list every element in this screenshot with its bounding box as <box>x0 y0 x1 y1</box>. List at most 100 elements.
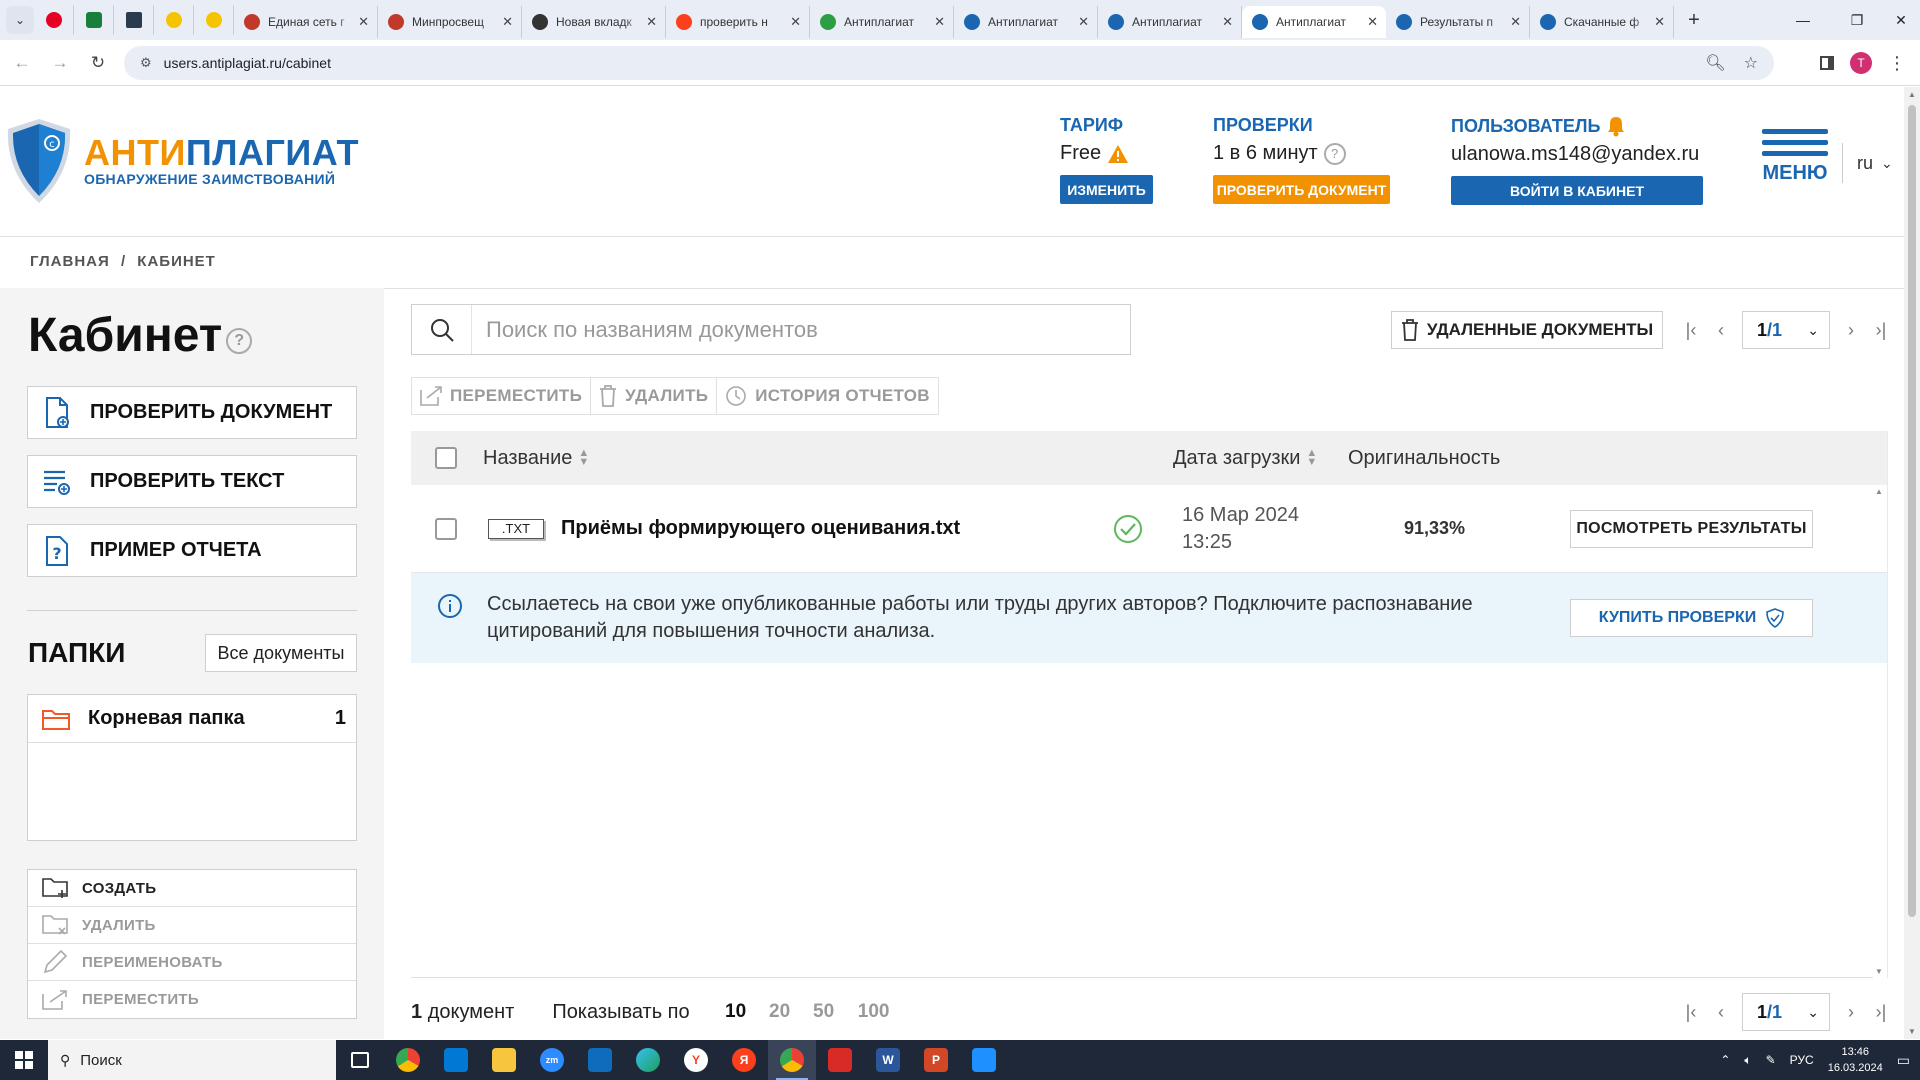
scroll-down-icon[interactable]: ▼ <box>1904 1027 1920 1036</box>
scroll-up-icon[interactable]: ▲ <box>1904 90 1920 99</box>
tab-close-icon[interactable]: ✕ <box>934 14 945 30</box>
browser-tab[interactable]: Скачанные ф ✕ <box>1530 6 1674 38</box>
browser-tab[interactable]: Результаты п ✕ <box>1386 6 1530 38</box>
close-window-button[interactable]: ✕ <box>1874 0 1920 40</box>
all-documents-button[interactable]: Все документы <box>205 634 357 672</box>
tab-search-button[interactable]: ⌄ <box>6 6 34 34</box>
prev-page-icon[interactable]: ‹ <box>1706 1002 1736 1023</box>
move-folder-button[interactable]: ПЕРЕМЕСТИТЬ <box>28 981 356 1018</box>
tab-close-icon[interactable]: ✕ <box>1222 14 1233 30</box>
logo-shield-icon[interactable]: c <box>4 117 74 205</box>
page-select[interactable]: 1/1 ⌄ <box>1742 993 1830 1031</box>
taskbar-word[interactable]: W <box>864 1040 912 1080</box>
back-button[interactable]: ← <box>6 47 38 79</box>
row-checkbox[interactable] <box>435 517 457 540</box>
check-document-button[interactable]: ПРОВЕРИТЬ ДОКУМЕНТ <box>27 386 357 439</box>
volume-icon[interactable]: 🔈︎ <box>1744 1053 1751 1068</box>
search-input[interactable] <box>486 316 1106 343</box>
taskbar-yandex[interactable]: Я <box>720 1040 768 1080</box>
tab-close-icon[interactable]: ✕ <box>502 14 513 30</box>
browser-tab[interactable]: Антиплагиат ✕ <box>1098 6 1242 38</box>
taskbar-mail[interactable] <box>576 1040 624 1080</box>
side-panel-icon[interactable] <box>1820 56 1834 70</box>
zoom-icon[interactable]: 🔍︎ <box>1705 53 1725 73</box>
address-bar[interactable]: ⚙ users.antiplagiat.ru/cabinet 🔍︎ ☆ <box>124 46 1774 80</box>
taskbar-yandex-browser[interactable]: Y <box>672 1040 720 1080</box>
breadcrumb-home[interactable]: ГЛАВНАЯ <box>30 253 110 270</box>
pinned-tab-2[interactable] <box>74 5 114 35</box>
delete-document-button[interactable]: УДАЛИТЬ <box>591 378 718 414</box>
help-icon[interactable]: ? <box>226 327 253 354</box>
first-page-icon[interactable]: |‹ <box>1676 1002 1706 1023</box>
browser-tab[interactable]: Антиплагиат ✕ <box>1242 6 1386 38</box>
start-button[interactable] <box>0 1040 48 1080</box>
tab-close-icon[interactable]: ✕ <box>1078 14 1089 30</box>
tab-close-icon[interactable]: ✕ <box>1510 14 1521 30</box>
site-info-icon[interactable]: ⚙ <box>140 55 152 71</box>
taskbar-zoom[interactable]: zm <box>528 1040 576 1080</box>
browser-tab[interactable]: проверить н ✕ <box>666 6 810 38</box>
browser-tab[interactable]: Антиплагиат ✕ <box>954 6 1098 38</box>
browser-tab[interactable]: Антиплагиат ✕ <box>810 6 954 38</box>
taskbar-explorer[interactable] <box>480 1040 528 1080</box>
page-select[interactable]: 1/1 ⌄ <box>1742 311 1830 349</box>
forward-button[interactable]: → <box>44 47 76 79</box>
change-tariff-button[interactable]: ИЗМЕНИТЬ <box>1060 175 1153 204</box>
tab-close-icon[interactable]: ✕ <box>790 14 801 30</box>
page-size-50[interactable]: 50 <box>802 1001 846 1023</box>
taskbar-store[interactable] <box>432 1040 480 1080</box>
language-selector[interactable]: ru ⌄ <box>1842 143 1893 183</box>
taskbar-photos[interactable] <box>960 1040 1008 1080</box>
tab-close-icon[interactable]: ✕ <box>1654 14 1665 30</box>
page-size-20[interactable]: 20 <box>758 1001 802 1023</box>
next-page-icon[interactable]: › <box>1836 320 1866 341</box>
tab-close-icon[interactable]: ✕ <box>1367 14 1378 30</box>
taskbar-acrobat[interactable] <box>816 1040 864 1080</box>
bell-icon[interactable] <box>1606 115 1626 137</box>
reload-button[interactable]: ↻ <box>82 47 114 79</box>
page-size-10[interactable]: 10 <box>714 1001 758 1023</box>
scrollbar-thumb[interactable] <box>1908 105 1916 917</box>
taskbar-chrome-active[interactable] <box>768 1040 816 1080</box>
check-document-header-button[interactable]: ПРОВЕРИТЬ ДОКУМЕНТ <box>1213 175 1390 204</box>
document-name[interactable]: Приёмы формирующего оценивания.txt <box>561 517 960 540</box>
menu-button[interactable]: МЕНЮ <box>1762 129 1828 185</box>
notifications-icon[interactable]: ▭ <box>1897 1052 1910 1069</box>
table-scrollbar[interactable]: ▲ ▼ <box>1871 485 1887 978</box>
scroll-down-icon[interactable]: ▼ <box>1871 967 1887 976</box>
buy-checks-button[interactable]: КУПИТЬ ПРОВЕРКИ <box>1570 599 1813 637</box>
view-results-button[interactable]: ПОСМОТРЕТЬ РЕЗУЛЬТАТЫ <box>1570 509 1813 548</box>
page-scrollbar[interactable]: ▲ ▼ <box>1904 87 1920 1039</box>
scroll-up-icon[interactable]: ▲ <box>1871 487 1887 496</box>
browser-tab[interactable]: Минпросвещ ✕ <box>378 6 522 38</box>
pinned-tab-5[interactable] <box>194 5 234 35</box>
table-row[interactable]: .TXT Приёмы формирующего оценивания.txt … <box>411 485 1887 573</box>
select-all-checkbox[interactable] <box>435 447 457 469</box>
pinned-tab-4[interactable] <box>154 5 194 35</box>
last-page-icon[interactable]: ›| <box>1866 320 1896 341</box>
taskbar-search[interactable]: ⚲ Поиск <box>48 1040 336 1080</box>
minimize-button[interactable]: — <box>1776 0 1830 40</box>
column-name[interactable]: Название ▲ ▼ <box>483 447 589 470</box>
prev-page-icon[interactable]: ‹ <box>1706 320 1736 341</box>
first-page-icon[interactable]: |‹ <box>1676 320 1706 341</box>
pen-icon[interactable]: ✎ <box>1766 1053 1776 1067</box>
tab-close-icon[interactable]: ✕ <box>358 14 369 30</box>
create-folder-button[interactable]: СОЗДАТЬ <box>28 870 356 907</box>
deleted-documents-button[interactable]: УДАЛЕННЫЕ ДОКУМЕНТЫ <box>1391 311 1663 349</box>
taskbar-edge[interactable] <box>624 1040 672 1080</box>
rename-folder-button[interactable]: ПЕРЕИМЕНОВАТЬ <box>28 944 356 981</box>
check-text-button[interactable]: ПРОВЕРИТЬ ТЕКСТ <box>27 455 357 508</box>
sample-report-button[interactable]: ? ПРИМЕР ОТЧЕТА <box>27 524 357 577</box>
chevron-up-icon[interactable]: ⌃ <box>1720 1053 1730 1067</box>
pinned-tab-3[interactable] <box>114 5 154 35</box>
new-tab-button[interactable]: + <box>1678 9 1710 32</box>
column-date[interactable]: Дата загрузки ▲ ▼ <box>1173 447 1317 470</box>
taskbar-powerpoint[interactable]: P <box>912 1040 960 1080</box>
pinned-tab-1[interactable] <box>34 5 74 35</box>
folder-item-root[interactable]: Корневая папка 1 <box>28 695 356 743</box>
move-document-button[interactable]: ПЕРЕМЕСТИТЬ <box>412 378 592 414</box>
delete-folder-button[interactable]: УДАЛИТЬ <box>28 907 356 944</box>
logo[interactable]: АНТИПЛАГИАТ ОБНАРУЖЕНИЕ ЗАИМСТВОВАНИЙ <box>84 133 359 188</box>
bookmark-star-icon[interactable]: ☆ <box>1744 53 1758 73</box>
